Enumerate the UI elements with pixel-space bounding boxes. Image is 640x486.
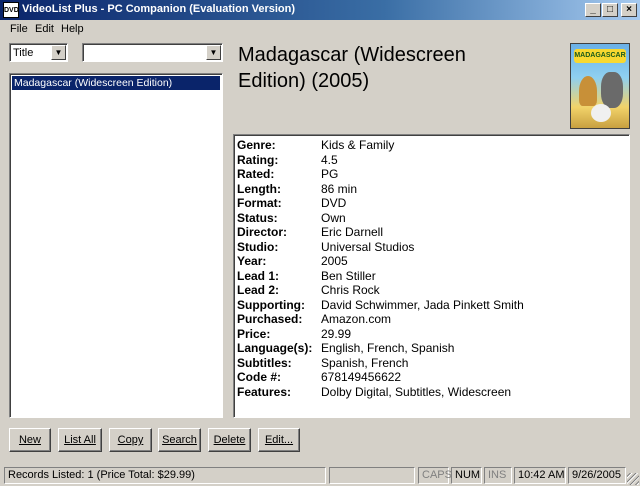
- new-button[interactable]: New: [9, 428, 51, 452]
- cover-figure: [579, 76, 597, 106]
- records-status: Records Listed: 1 (Price Total: $29.99): [4, 467, 326, 484]
- minimize-button[interactable]: _: [585, 3, 601, 17]
- status-empty-panel: [329, 467, 415, 484]
- detail-value: PG: [321, 167, 339, 181]
- menu-file[interactable]: File: [10, 23, 28, 35]
- detail-value: 29.99: [321, 326, 352, 341]
- movie-title-line1: Madagascar (Widescreen: [238, 44, 466, 66]
- dvd-app-icon[interactable]: DVD: [3, 2, 19, 18]
- resize-grip[interactable]: [627, 473, 639, 485]
- maximize-button[interactable]: □: [602, 3, 618, 17]
- detail-value: Spanish, French: [321, 355, 409, 370]
- detail-label: Genre:: [237, 138, 276, 152]
- search-combo[interactable]: ▼: [82, 43, 223, 62]
- status-time: 10:42 AM: [514, 467, 566, 484]
- detail-label: Rated:: [237, 167, 275, 181]
- detail-label: Rating:: [237, 152, 279, 167]
- list-item[interactable]: Madagascar (Widescreen Edition): [12, 76, 220, 90]
- menu-edit[interactable]: Edit: [35, 23, 54, 35]
- detail-value: 86 min: [321, 181, 358, 196]
- list-all-button[interactable]: List All: [58, 428, 102, 452]
- detail-value: Own: [321, 210, 346, 225]
- movie-title: Madagascar (Widescreen Edition) (2005): [238, 42, 558, 94]
- menu-bar: File Edit Help: [0, 20, 640, 39]
- detail-value: 678149456622: [321, 370, 402, 384]
- detail-value: 2005: [321, 254, 348, 268]
- detail-label: Format:: [237, 196, 282, 210]
- copy-button-label: Copy: [117, 434, 144, 446]
- caps-indicator: CAPS: [418, 467, 452, 484]
- detail-value: Chris Rock: [321, 283, 380, 297]
- detail-label: Features:: [237, 384, 292, 399]
- detail-label: Lead 1:: [237, 268, 280, 283]
- search-button[interactable]: Search: [158, 428, 201, 452]
- title-bar: DVD VideoList Plus - PC Companion (Evalu…: [0, 0, 640, 20]
- new-button-label: New: [18, 434, 41, 446]
- detail-value: DVD: [321, 196, 347, 210]
- list-all-button-label: List All: [64, 434, 96, 446]
- detail-label: Supporting:: [237, 297, 305, 312]
- detail-value: Dolby Digital, Subtitles, Widescreen: [321, 384, 512, 399]
- details-panel: Genre: Kids & Family Rating: 4.5 Rated: PG Len…: [233, 134, 630, 418]
- delete-button-label: Delete: [213, 434, 246, 446]
- field-select-value: Title: [13, 47, 34, 59]
- window-title: VideoList Plus - PC Companion (Evaluatio…: [22, 3, 296, 15]
- detail-label: Director:: [237, 225, 288, 239]
- detail-value: Universal Studios: [321, 239, 415, 254]
- detail-value: Amazon.com: [321, 312, 392, 326]
- menu-help[interactable]: Help: [61, 23, 84, 35]
- detail-label: Subtitles:: [237, 355, 292, 370]
- delete-button[interactable]: Delete: [208, 428, 251, 452]
- detail-label: Purchased:: [237, 312, 303, 326]
- detail-label: Studio:: [237, 239, 279, 254]
- detail-label: Price:: [237, 326, 271, 341]
- detail-label: Year:: [237, 254, 267, 268]
- detail-label: Lead 2:: [237, 283, 280, 297]
- detail-value: Kids & Family: [321, 138, 395, 152]
- detail-label: Language(s):: [237, 341, 313, 355]
- num-indicator: NUM: [451, 467, 482, 484]
- detail-value: English, French, Spanish: [321, 341, 455, 355]
- cover-image: MADAGASCAR: [570, 43, 630, 129]
- close-button[interactable]: ×: [621, 3, 637, 17]
- copy-button[interactable]: Copy: [109, 428, 152, 452]
- cover-logo: MADAGASCAR: [574, 49, 626, 63]
- edit-button-label: Edit...: [264, 434, 294, 446]
- edit-button[interactable]: Edit...: [258, 428, 300, 452]
- detail-label: Status:: [237, 210, 278, 225]
- cover-figure: [601, 72, 623, 108]
- detail-value: 4.5: [321, 152, 338, 167]
- status-bar: Records Listed: 1 (Price Total: $29.99) …: [0, 465, 640, 486]
- detail-value: Ben Stiller: [321, 268, 376, 283]
- chevron-down-icon[interactable]: ▼: [51, 45, 66, 60]
- ins-indicator: INS: [484, 467, 512, 484]
- movie-title-line2: Edition) (2005): [238, 70, 370, 92]
- search-button-label: Search: [162, 434, 197, 446]
- detail-label: Length:: [237, 181, 281, 196]
- field-select[interactable]: Title ▼: [9, 43, 68, 62]
- detail-label: Code #:: [237, 370, 282, 384]
- title-list[interactable]: Madagascar (Widescreen Edition): [9, 73, 223, 418]
- chevron-down-icon[interactable]: ▼: [206, 45, 221, 60]
- cover-figure: [591, 104, 611, 122]
- status-date: 9/26/2005: [568, 467, 626, 484]
- detail-value: Eric Darnell: [321, 225, 384, 239]
- detail-value: David Schwimmer, Jada Pinkett Smith: [321, 297, 524, 312]
